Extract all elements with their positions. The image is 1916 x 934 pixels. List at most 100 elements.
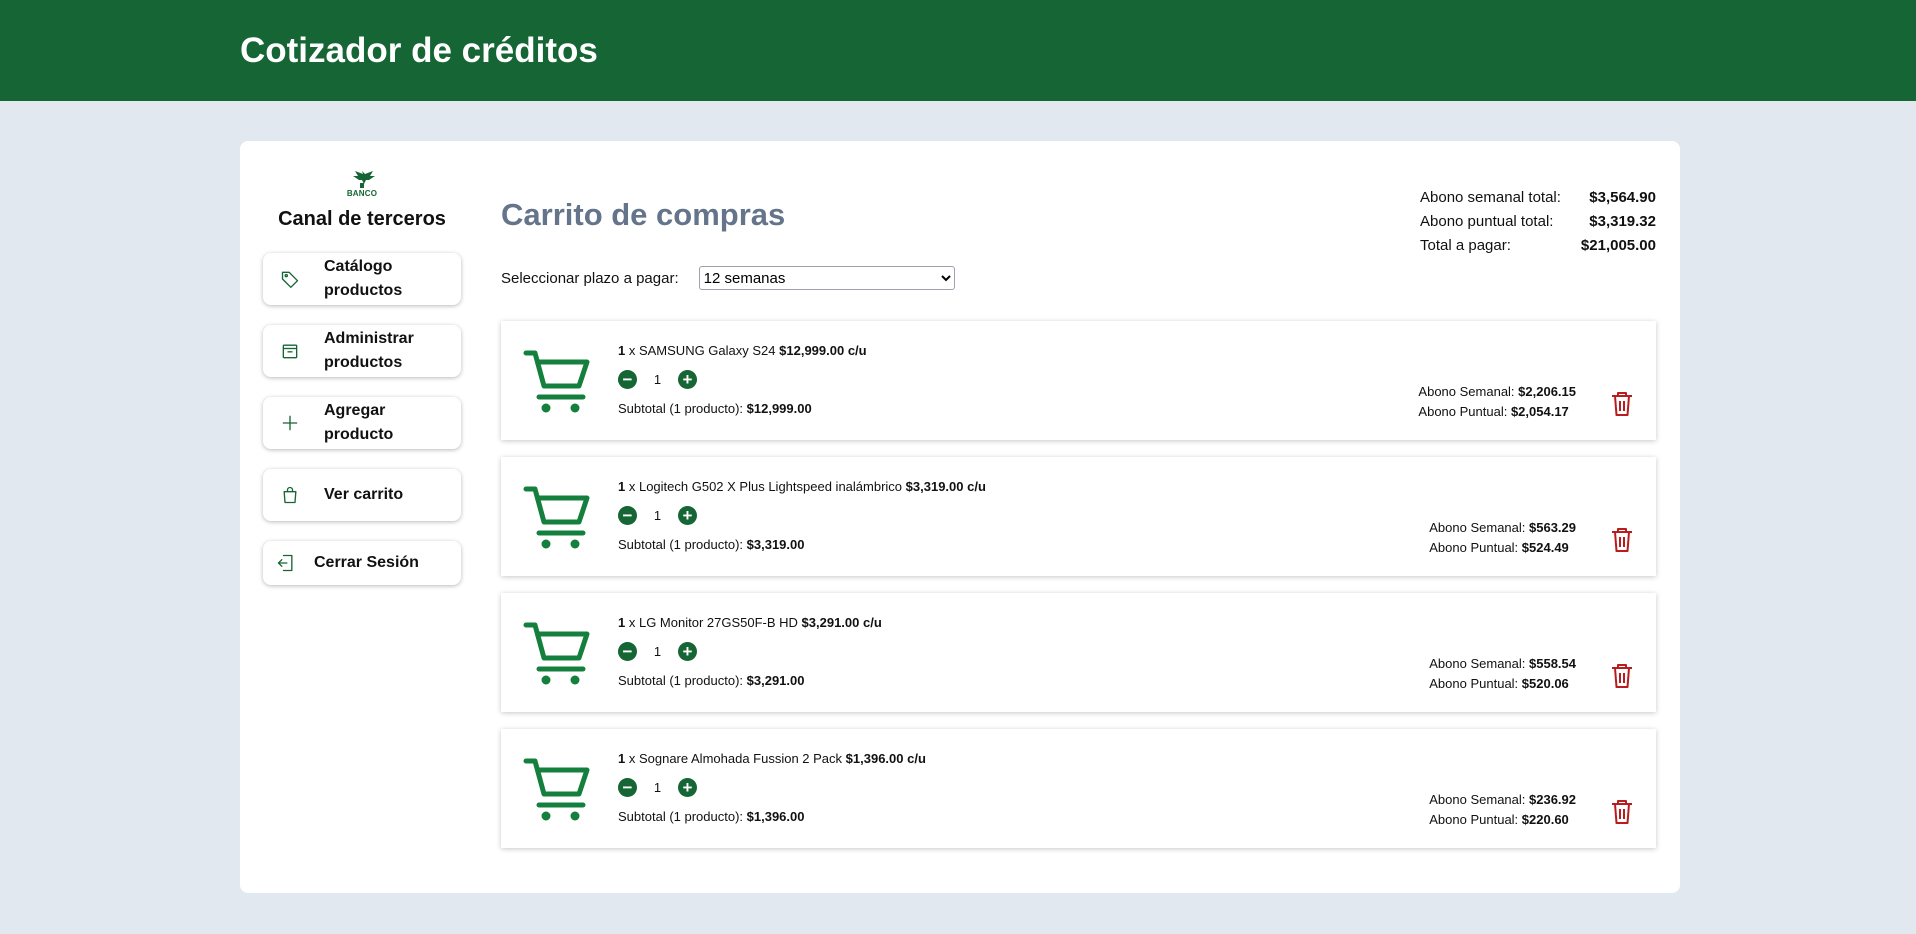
abono-puntual-label: Abono Puntual: xyxy=(1418,404,1511,419)
trash-icon[interactable] xyxy=(1610,527,1634,553)
cart-item: 1 x Logitech G502 X Plus Lightspeed inal… xyxy=(501,457,1656,576)
abono-semanal-label: Abono Semanal: xyxy=(1429,792,1529,807)
main-panel: BANCO Canal de terceros Catálogo product… xyxy=(240,141,1680,893)
subtotal-value: $3,291.00 xyxy=(746,673,805,688)
item-price: $3,291.00 c/u xyxy=(801,615,882,630)
plazo-select[interactable]: 12 semanas xyxy=(698,266,955,290)
sidebar-item-label: Cerrar Sesión xyxy=(314,554,419,571)
total-row: Abono puntual total: $3,319.32 xyxy=(1420,209,1656,233)
abono-puntual-label: Abono Puntual: xyxy=(1429,540,1522,555)
sidebar-item-label: Agregar producto xyxy=(324,402,394,443)
increase-button[interactable]: + xyxy=(678,506,697,525)
subtotal-value: $3,319.00 xyxy=(746,537,805,552)
item-abonos: Abono Semanal: $2,206.15 Abono Puntual: … xyxy=(1418,382,1576,422)
abono-puntual-label: Abono Puntual: xyxy=(1429,812,1522,827)
sidebar-item-catalogo[interactable]: Catálogo productos xyxy=(263,253,461,305)
sidebar-item-agregar[interactable]: Agregar producto xyxy=(263,397,461,449)
item-subtotal: Subtotal (1 producto): $1,396.00 xyxy=(618,809,804,824)
quantity-value: 1 xyxy=(653,780,662,795)
item-abonos: Abono Semanal: $236.92 Abono Puntual: $2… xyxy=(1429,790,1576,830)
cart-item: 1 x SAMSUNG Galaxy S24 $12,999.00 c/u − … xyxy=(501,321,1656,440)
abono-semanal-label: Abono Semanal: xyxy=(1418,384,1519,399)
item-price: $12,999.00 c/u xyxy=(779,343,867,358)
item-description: 1 x Logitech G502 X Plus Lightspeed inal… xyxy=(618,479,986,494)
shopping-cart-icon xyxy=(523,622,590,685)
shopping-bag-icon xyxy=(280,485,300,505)
decrease-button[interactable]: − xyxy=(618,642,637,661)
item-sep: x xyxy=(625,479,639,494)
total-row: Total a pagar: $21,005.00 xyxy=(1420,233,1656,257)
plazo-selector: Seleccionar plazo a pagar: 12 semanas xyxy=(501,266,955,290)
subtotal-label: Subtotal (1 producto): xyxy=(618,401,747,416)
abono-puntual-value: $2,054.17 xyxy=(1510,404,1569,419)
trash-icon[interactable] xyxy=(1610,663,1634,689)
logo-text: BANCO xyxy=(346,189,378,198)
abono-semanal-value: $2,206.15 xyxy=(1518,384,1576,399)
trash-icon[interactable] xyxy=(1610,391,1634,417)
subtotal-label: Subtotal (1 producto): xyxy=(618,673,747,688)
shopping-cart-icon xyxy=(523,758,590,821)
quantity-value: 1 xyxy=(653,508,662,523)
sidebar-item-label: Catálogo productos xyxy=(324,258,403,299)
plus-icon xyxy=(280,413,300,433)
trash-icon[interactable] xyxy=(1610,799,1634,825)
cart-item: 1 x Sognare Almohada Fussion 2 Pack $1,3… xyxy=(501,729,1656,848)
sidebar-item-label: Administrar productos xyxy=(324,330,414,371)
abono-semanal-label: Abono Semanal: xyxy=(1429,520,1529,535)
item-abonos: Abono Semanal: $563.29 Abono Puntual: $5… xyxy=(1429,518,1576,558)
sidebar-item-label: Ver carrito xyxy=(324,486,404,503)
item-description: 1 x Sognare Almohada Fussion 2 Pack $1,3… xyxy=(618,751,926,766)
item-description: 1 x LG Monitor 27GS50F-B HD $3,291.00 c/… xyxy=(618,615,882,630)
total-label: Abono puntual total: xyxy=(1420,212,1554,230)
archive-icon xyxy=(280,341,300,361)
shopping-cart-icon xyxy=(523,350,590,413)
quantity-value: 1 xyxy=(653,372,662,387)
abono-puntual-value: $524.49 xyxy=(1521,540,1569,555)
page-title: Carrito de compras xyxy=(501,197,786,232)
item-subtotal: Subtotal (1 producto): $3,291.00 xyxy=(618,673,804,688)
item-subtotal: Subtotal (1 producto): $3,319.00 xyxy=(618,537,804,552)
decrease-button[interactable]: − xyxy=(618,506,637,525)
abono-semanal-value: $563.29 xyxy=(1529,520,1576,535)
quantity-value: 1 xyxy=(653,644,662,659)
total-value: $3,564.90 xyxy=(1589,188,1656,206)
subtotal-value: $1,396.00 xyxy=(746,809,805,824)
item-price: $1,396.00 c/u xyxy=(845,751,926,766)
sidebar-nav: Catálogo productos Administrar productos… xyxy=(263,253,461,585)
abono-puntual-value: $220.60 xyxy=(1521,812,1569,827)
cart-items-list: 1 x SAMSUNG Galaxy S24 $12,999.00 c/u − … xyxy=(501,321,1656,865)
subtotal-label: Subtotal (1 producto): xyxy=(618,537,747,552)
item-price: $3,319.00 c/u xyxy=(905,479,986,494)
subtotal-label: Subtotal (1 producto): xyxy=(618,809,747,824)
sidebar: BANCO Canal de terceros Catálogo product… xyxy=(263,169,461,605)
decrease-button[interactable]: − xyxy=(618,370,637,389)
increase-button[interactable]: + xyxy=(678,370,697,389)
totals-summary: Abono semanal total: $3,564.90 Abono pun… xyxy=(1420,185,1656,257)
subtotal-value: $12,999.00 xyxy=(746,401,812,416)
sidebar-item-ver-carrito[interactable]: Ver carrito xyxy=(263,469,461,521)
increase-button[interactable]: + xyxy=(678,778,697,797)
quantity-stepper: − 1 + xyxy=(618,778,697,797)
item-sep: x xyxy=(625,615,639,630)
item-sep: x xyxy=(625,343,639,358)
bank-logo: BANCO xyxy=(263,169,461,198)
app-title: Cotizador de créditos xyxy=(240,30,598,70)
item-name: SAMSUNG Galaxy S24 xyxy=(638,343,776,358)
item-name: Logitech G502 X Plus Lightspeed inalámbr… xyxy=(638,479,903,494)
abono-puntual-value: $520.06 xyxy=(1521,676,1569,691)
total-label: Total a pagar: xyxy=(1420,236,1511,254)
quantity-stepper: − 1 + xyxy=(618,642,697,661)
sidebar-title: Canal de terceros xyxy=(278,208,446,230)
abono-puntual-label: Abono Puntual: xyxy=(1429,676,1522,691)
increase-button[interactable]: + xyxy=(678,642,697,661)
item-abonos: Abono Semanal: $558.54 Abono Puntual: $5… xyxy=(1429,654,1576,694)
sidebar-item-administrar[interactable]: Administrar productos xyxy=(263,325,461,377)
item-subtotal: Subtotal (1 producto): $12,999.00 xyxy=(618,401,812,416)
logout-icon xyxy=(276,553,296,573)
item-name: LG Monitor 27GS50F-B HD xyxy=(638,615,798,630)
logout-button[interactable]: Cerrar Sesión xyxy=(263,541,461,585)
decrease-button[interactable]: − xyxy=(618,778,637,797)
shopping-cart-icon xyxy=(523,486,590,549)
total-label: Abono semanal total: xyxy=(1420,188,1561,206)
abono-semanal-value: $236.92 xyxy=(1529,792,1576,807)
